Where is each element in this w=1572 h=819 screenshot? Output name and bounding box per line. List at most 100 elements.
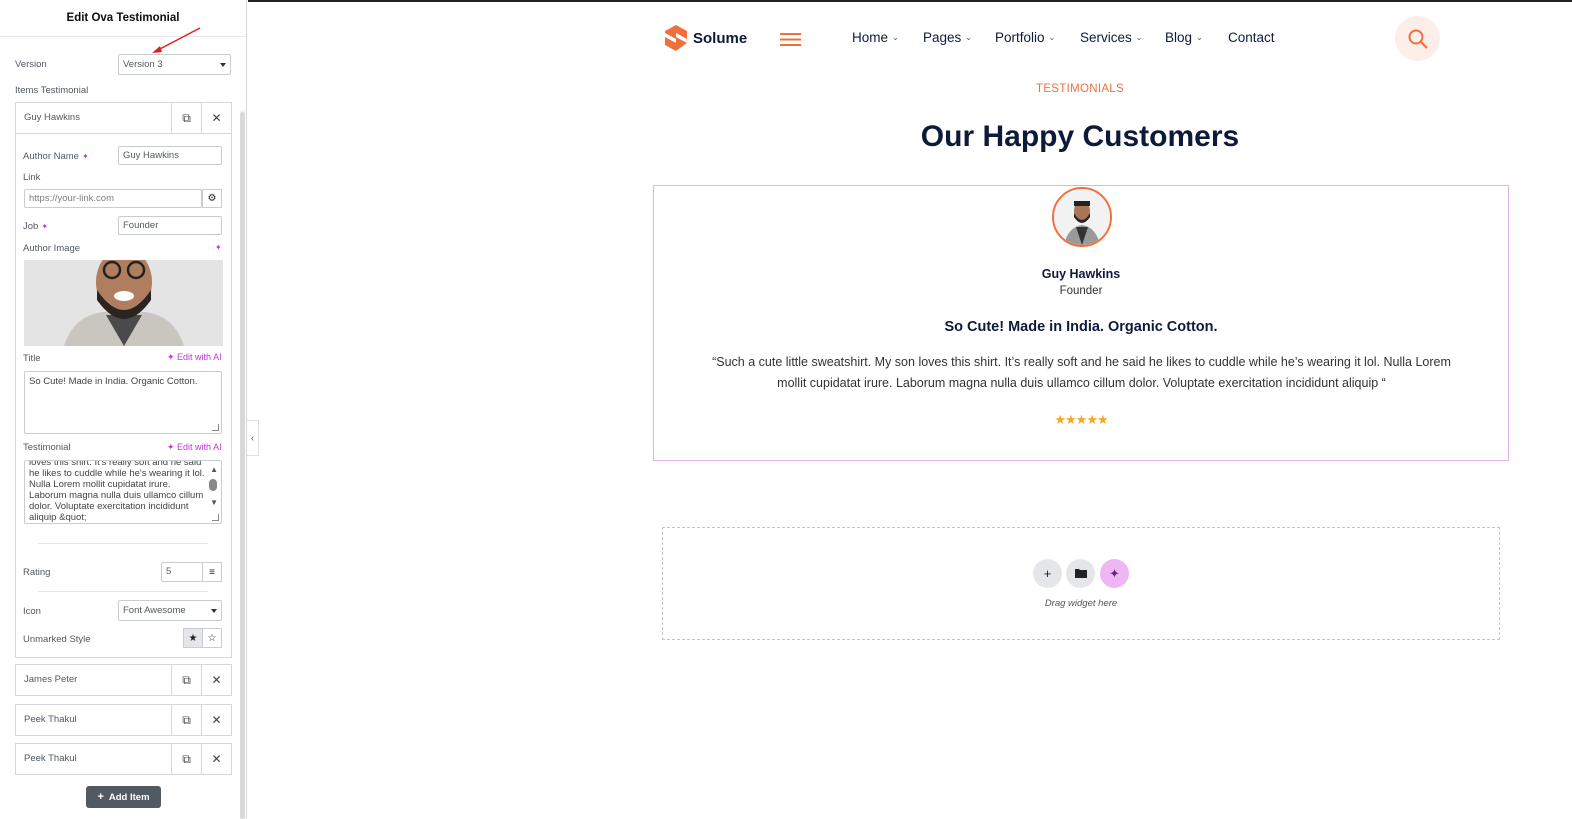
avatar [1052, 187, 1112, 247]
dynamic-tags-icon[interactable]: ≡ [202, 562, 222, 582]
gear-icon[interactable]: ⚙ [202, 189, 222, 208]
add-section-button[interactable]: + [1033, 559, 1062, 588]
author-job: Founder [1059, 285, 1103, 297]
close-icon[interactable]: ✕ [201, 705, 231, 735]
rating-input[interactable]: 5 [161, 562, 203, 582]
repeater-item[interactable]: James Peter ⧉ ✕ [15, 664, 232, 696]
unmarked-style-label: Unmarked Style [23, 634, 91, 645]
testimonial-title: So Cute! Made in India. Organic Cotton. [944, 319, 1218, 335]
nav-item-pages[interactable]: Pages ⌄ [923, 30, 972, 45]
resize-handle-icon[interactable] [212, 424, 219, 431]
repeater-item-title: James Peter [24, 674, 78, 685]
editor-panel: Edit Ova Testimonial Version Version 3 I… [0, 0, 247, 819]
scrollbar-thumb[interactable] [240, 112, 245, 819]
duplicate-icon[interactable]: ⧉ [171, 705, 201, 735]
edit-with-ai-link[interactable]: ✦ Edit with AI [167, 352, 222, 363]
job-input[interactable]: Founder [118, 216, 222, 235]
panel-title: Edit Ova Testimonial [66, 12, 180, 24]
link-label: Link [23, 172, 41, 183]
plus-icon: + [97, 791, 104, 803]
person-photo-icon [24, 260, 223, 346]
site-logo[interactable]: Solume [665, 25, 747, 51]
collapse-panel-button[interactable]: ‹ [247, 420, 259, 456]
ai-sparkle-icon[interactable]: ✦ [41, 222, 48, 231]
search-icon [1408, 29, 1428, 49]
template-library-button[interactable] [1066, 559, 1095, 588]
nav-item-contact[interactable]: Contact [1228, 30, 1275, 45]
nav-item-home[interactable]: Home ⌄ [852, 30, 899, 45]
duplicate-icon[interactable]: ⧉ [171, 744, 201, 774]
panel-header: Edit Ova Testimonial [0, 0, 246, 37]
nav-label: Services [1080, 30, 1132, 45]
rating-stars: ★★★★★ [1054, 412, 1108, 427]
edit-with-ai-link[interactable]: ✦ Edit with AI [167, 442, 222, 453]
star-filled-icon[interactable]: ★ [183, 628, 203, 648]
nav-item-portfolio[interactable]: Portfolio ⌄ [995, 30, 1055, 45]
chevron-down-icon: ⌄ [1135, 33, 1143, 42]
title-textarea-value: So Cute! Made in India. Organic Cotton. [29, 376, 198, 387]
ai-builder-button[interactable]: ✦ [1100, 559, 1129, 588]
title-textarea[interactable]: So Cute! Made in India. Organic Cotton. [24, 371, 222, 434]
close-icon[interactable]: ✕ [201, 744, 231, 774]
duplicate-icon[interactable]: ⧉ [171, 103, 201, 133]
logo-mark-icon [665, 25, 687, 51]
author-name: Guy Hawkins [1041, 267, 1121, 281]
testimonial-quote: “Such a cute little sweatshirt. My son l… [712, 355, 1451, 390]
version-select-value: Version 3 [123, 59, 163, 70]
nav-label: Blog [1165, 30, 1193, 45]
section-heading: Our Happy Customers [920, 120, 1240, 153]
icon-label: Icon [23, 606, 41, 617]
plus-icon: + [1043, 566, 1052, 581]
nav-item-services[interactable]: Services ⌄ [1080, 30, 1142, 45]
repeater-item[interactable]: Guy Hawkins ⧉ ✕ [15, 102, 232, 134]
scroll-down-icon[interactable]: ▼ [210, 497, 218, 508]
nav-item-blog[interactable]: Blog ⌄ [1165, 30, 1203, 45]
add-item-button[interactable]: + Add Item [86, 786, 161, 808]
close-icon[interactable]: ✕ [201, 103, 231, 133]
repeater-item-title: Peek Thakul [24, 753, 77, 764]
textarea-scrollbar-thumb[interactable] [209, 479, 217, 491]
divider [38, 591, 208, 592]
section-kicker: TESTIMONIALS [1036, 83, 1124, 95]
brand-name: Solume [693, 29, 748, 47]
nav-label: Pages [923, 30, 962, 45]
ai-sparkle-icon[interactable]: ✦ [82, 152, 89, 161]
ai-sparkle-icon[interactable]: ✦ [215, 243, 222, 252]
version-label: Version [15, 59, 47, 70]
version-select[interactable]: Version 3 [118, 54, 231, 75]
chevron-down-icon [220, 63, 226, 67]
icon-select-value: Font Awesome [123, 605, 186, 616]
nav-label: Portfolio [995, 30, 1045, 45]
repeater-item-title: Peek Thakul [24, 714, 77, 725]
dropzone-label: Drag widget here [1044, 598, 1118, 609]
job-label: Job ✦ [23, 221, 49, 232]
close-icon[interactable]: ✕ [201, 665, 231, 695]
widget-dropzone[interactable]: + ✦ Drag widget here [662, 527, 1500, 640]
icon-select[interactable]: Font Awesome [118, 600, 222, 621]
search-button[interactable] [1395, 16, 1440, 61]
add-item-label: Add Item [108, 791, 150, 803]
duplicate-icon[interactable]: ⧉ [171, 665, 201, 695]
link-input[interactable]: https://your-link.com [24, 189, 202, 208]
items-testimonial-label: Items Testimonial [15, 85, 89, 96]
repeater-item[interactable]: Peek Thakul ⧉ ✕ [15, 704, 232, 736]
author-name-input[interactable]: Guy Hawkins [118, 146, 222, 165]
nav-label: Home [852, 30, 889, 45]
chevron-down-icon: ⌄ [892, 33, 899, 42]
chevron-down-icon: ⌄ [1048, 33, 1056, 42]
author-image-preview[interactable] [24, 260, 223, 346]
resize-handle-icon[interactable] [212, 514, 219, 521]
testimonial-textarea[interactable]: loves this shirt. It's really soft and h… [24, 460, 222, 524]
scroll-up-icon[interactable]: ▲ [210, 464, 218, 475]
title-label: Title [23, 353, 41, 364]
annotation-arrow-icon [152, 27, 201, 53]
star-outline-icon[interactable]: ☆ [202, 628, 222, 648]
folder-icon [1074, 566, 1087, 581]
repeater-item[interactable]: Peek Thakul ⧉ ✕ [15, 743, 232, 775]
ai-sparkle-icon: ✦ [167, 352, 178, 362]
preview-top-border [248, 0, 1572, 2]
author-image-label: Author Image [23, 243, 81, 254]
divider [38, 543, 208, 544]
hamburger-menu-icon[interactable] [780, 32, 801, 47]
nav-label: Contact [1228, 30, 1275, 45]
